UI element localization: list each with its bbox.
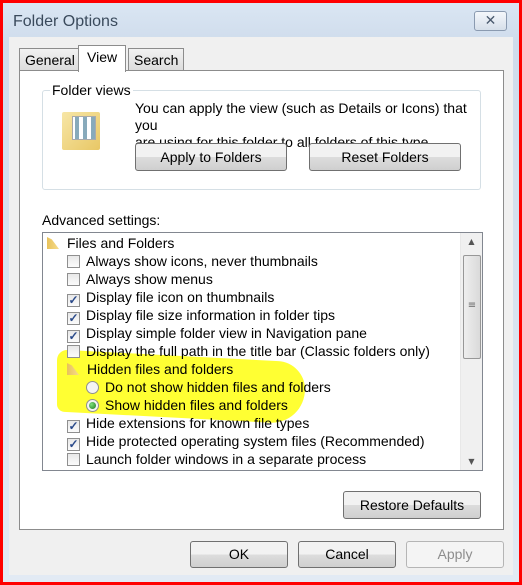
- reset-folders-button[interactable]: Reset Folders: [309, 143, 461, 171]
- ok-button[interactable]: OK: [190, 541, 288, 568]
- restore-defaults-button[interactable]: Restore Defaults: [343, 491, 481, 519]
- list-item[interactable]: Show hidden files and folders: [86, 396, 288, 414]
- item-label: Always show menus: [86, 271, 213, 287]
- scroll-up-icon[interactable]: ▲: [461, 237, 482, 246]
- radio-button[interactable]: [86, 381, 99, 394]
- advanced-settings-label: Advanced settings:: [42, 212, 161, 228]
- list-item[interactable]: Launch folder windows in a separate proc…: [67, 450, 366, 468]
- dialog-body: General View Search Folder views You can…: [9, 37, 513, 575]
- list-item[interactable]: ✓ Hide extensions for known file types: [67, 414, 310, 433]
- list-item[interactable]: ✓ Display file icon on thumbnails: [67, 288, 275, 307]
- item-label: Display the full path in the title bar (…: [86, 343, 430, 359]
- item-label: Display file size information in folder …: [86, 307, 335, 323]
- cancel-button[interactable]: Cancel: [298, 541, 396, 568]
- scroll-down-icon[interactable]: ▼: [461, 457, 482, 466]
- view-panel: Folder views You can apply the view (suc…: [19, 70, 504, 530]
- advanced-settings-list[interactable]: Files and Folders Always show icons, neve…: [42, 232, 483, 471]
- tree-group: Hidden files and folders: [67, 360, 233, 378]
- checkbox[interactable]: [67, 453, 80, 466]
- list-item[interactable]: Always show icons, never thumbnails: [67, 252, 318, 270]
- radio-button[interactable]: [86, 399, 99, 412]
- tab-search[interactable]: Search: [128, 48, 185, 71]
- tree-group: Files and Folders: [47, 234, 174, 252]
- item-label: Always show icons, never thumbnails: [86, 253, 318, 269]
- apply-to-folders-button[interactable]: Apply to Folders: [135, 143, 287, 171]
- item-label: Files and Folders: [67, 235, 175, 251]
- item-label: Display file icon on thumbnails: [86, 289, 275, 305]
- scrollbar[interactable]: ▲ ≡ ▼: [460, 233, 482, 470]
- list-item[interactable]: ✓ Display simple folder view in Navigatio…: [67, 324, 367, 343]
- folder-options-window: Folder Options ✕ General View Search Fol…: [3, 3, 519, 582]
- list-item[interactable]: ✓ Display file size information in folder…: [67, 306, 335, 325]
- tab-general[interactable]: General: [19, 48, 81, 71]
- list-item[interactable]: Do not show hidden files and folders: [86, 378, 331, 396]
- item-label: Hide protected operating system files (R…: [86, 433, 425, 449]
- folder-views-label: Folder views: [50, 82, 133, 98]
- folder-views-icon: [62, 112, 100, 150]
- item-label: Show hidden files and folders: [105, 397, 288, 413]
- checkbox[interactable]: [67, 345, 80, 358]
- item-label: Do not show hidden files and folders: [105, 379, 331, 395]
- folder-icon: [67, 363, 79, 375]
- item-label: Launch folder windows in a separate proc…: [86, 451, 367, 467]
- close-button[interactable]: ✕: [474, 11, 507, 31]
- list-item[interactable]: ✓ Hide protected operating system files (…: [67, 432, 425, 451]
- item-label: Display simple folder view in Navigation…: [86, 325, 367, 341]
- window-title: Folder Options: [13, 13, 118, 30]
- folder-views-description-1: You can apply the view (such as Details …: [135, 100, 467, 133]
- list-item[interactable]: Always show menus: [67, 270, 213, 288]
- item-label: Hidden files and folders: [87, 361, 234, 377]
- folder-views-group: Folder views You can apply the view (suc…: [42, 82, 481, 190]
- folder-icon: [47, 237, 59, 249]
- item-label: Hide extensions for known file types: [86, 415, 310, 431]
- apply-button[interactable]: Apply: [406, 541, 504, 568]
- checkbox[interactable]: [67, 255, 80, 268]
- scrollbar-thumb[interactable]: ≡: [463, 255, 481, 359]
- tab-view[interactable]: View: [78, 45, 127, 72]
- close-icon: ✕: [484, 13, 497, 29]
- checkbox[interactable]: [67, 273, 80, 286]
- list-item[interactable]: Display the full path in the title bar (…: [67, 342, 430, 360]
